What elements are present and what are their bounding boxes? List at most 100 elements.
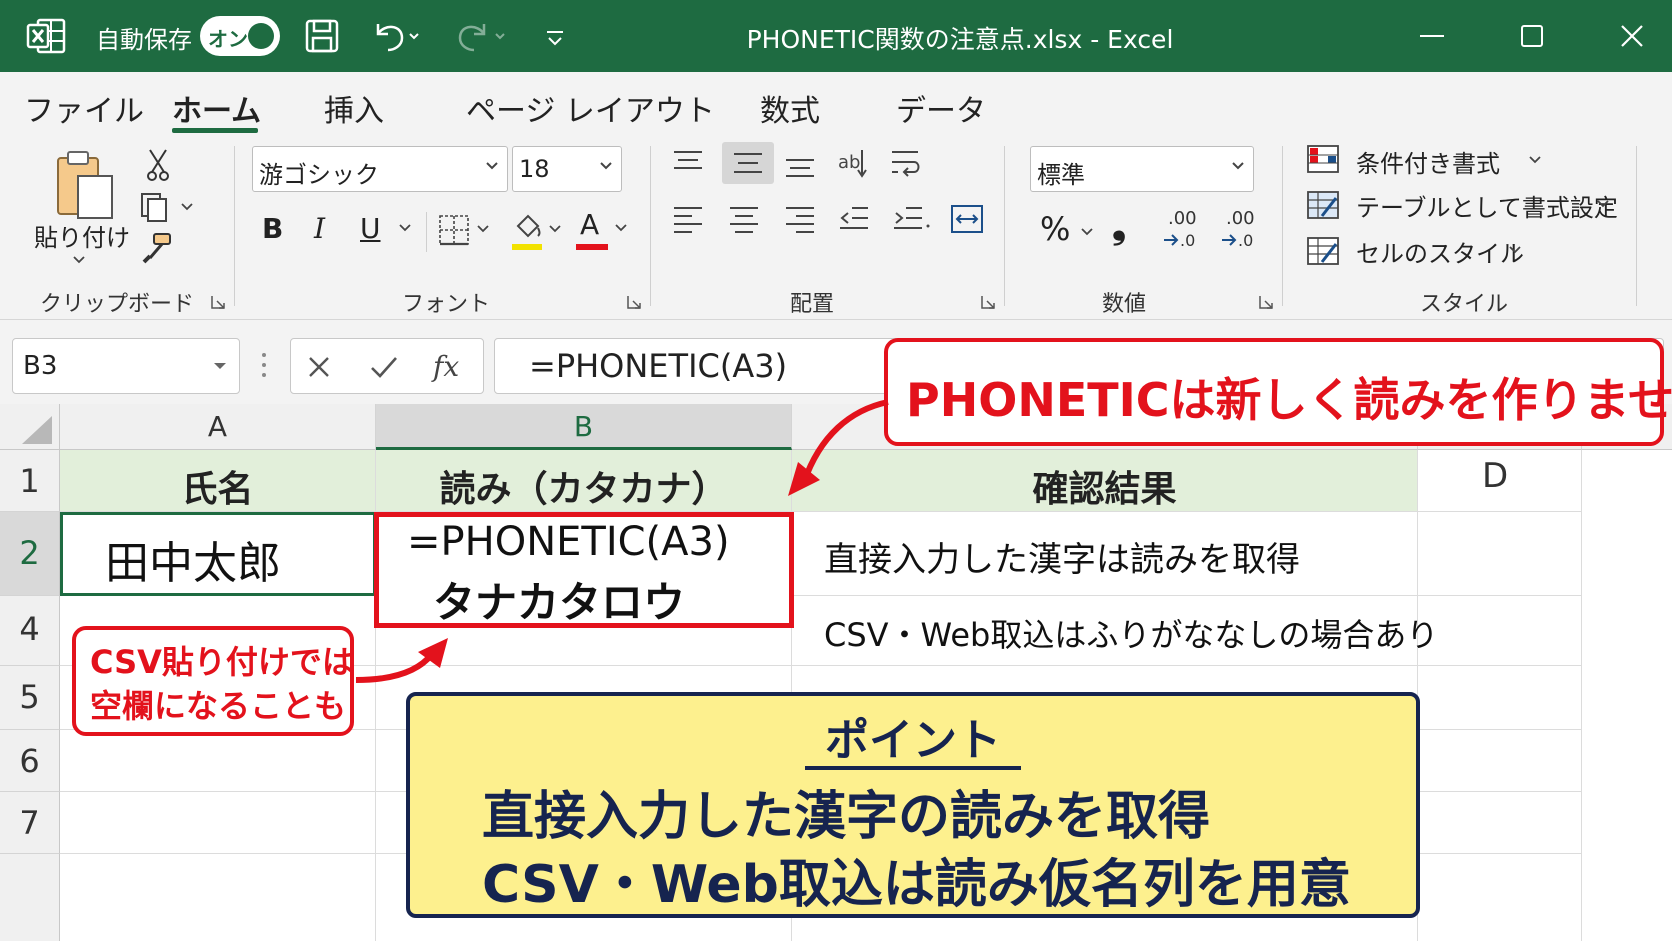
merge-center-icon[interactable]: [950, 202, 984, 236]
chevron-down-icon[interactable]: [398, 222, 412, 234]
dialog-launcher-icon[interactable]: [210, 294, 226, 310]
format-as-table-label[interactable]: テーブルとして書式設定: [1356, 188, 1618, 223]
font-size-dropdown[interactable]: 18: [512, 146, 622, 192]
dialog-launcher-icon[interactable]: [1258, 294, 1274, 310]
cell-d2[interactable]: [1418, 512, 1582, 596]
cut-icon[interactable]: [144, 148, 172, 182]
borders-icon[interactable]: [438, 214, 494, 250]
italic-button[interactable]: I: [314, 212, 325, 245]
tab-formulas[interactable]: 数式: [760, 86, 820, 130]
decrease-indent-icon[interactable]: [838, 204, 870, 234]
column-header-b[interactable]: B: [376, 404, 792, 450]
align-bottom-icon[interactable]: [784, 150, 816, 180]
column-header-a[interactable]: A: [60, 404, 376, 450]
increase-decimal-button[interactable]: .00 .0: [1160, 208, 1200, 252]
align-left-icon[interactable]: [672, 204, 704, 234]
percent-button[interactable]: %: [1040, 210, 1070, 248]
chevron-down-icon[interactable]: [1508, 244, 1522, 256]
cell-d1[interactable]: D: [1418, 450, 1582, 512]
cancel-icon[interactable]: [305, 353, 333, 381]
undo-icon[interactable]: [370, 18, 422, 54]
row-header-4[interactable]: 4: [0, 596, 60, 666]
conditional-formatting-icon[interactable]: [1306, 144, 1340, 174]
align-top-icon[interactable]: [672, 148, 704, 178]
row-header-5[interactable]: 5: [0, 666, 60, 730]
font-name-dropdown[interactable]: 游ゴシック: [252, 146, 508, 192]
enter-check-icon[interactable]: [369, 353, 399, 381]
formula-text: =PHONETIC(A3): [529, 347, 788, 385]
title-bar: 自動保存 オン PHONETIC関数の注意点.xlsx - Excel: [0, 0, 1672, 72]
name-box[interactable]: B3: [12, 338, 240, 394]
comma-style-button[interactable]: ❟: [1112, 206, 1126, 248]
dialog-launcher-icon[interactable]: [626, 294, 642, 310]
phonetic-note-callout: PHONETICは新しく読みを作りません: [884, 338, 1672, 446]
cell-c4[interactable]: CSV・Web取込はふりがななしの場合あり: [792, 596, 1438, 666]
fill-color-icon[interactable]: [510, 210, 566, 252]
ribbon: 貼り付け クリップボード 游ゴシック 18 B I U A フォント ab 配置…: [0, 136, 1672, 320]
cell-d6[interactable]: [1418, 730, 1582, 792]
row-header-1[interactable]: 1: [0, 450, 60, 512]
cell-styles-icon[interactable]: [1306, 236, 1340, 266]
tab-insert[interactable]: 挿入: [324, 86, 384, 130]
cell-d8[interactable]: [1418, 854, 1582, 941]
insert-function-icon[interactable]: fx: [431, 349, 467, 385]
chevron-down-icon[interactable]: [72, 254, 86, 266]
text-orientation-icon[interactable]: ab: [836, 146, 872, 180]
chevron-down-icon[interactable]: [213, 361, 227, 371]
chevron-down-icon[interactable]: [1080, 226, 1094, 238]
number-format-dropdown[interactable]: 標準: [1030, 146, 1254, 192]
chevron-down-icon[interactable]: [1528, 154, 1542, 166]
dialog-launcher-icon[interactable]: [980, 294, 996, 310]
cell-styles-label[interactable]: セルのスタイル: [1356, 234, 1524, 269]
wrap-text-icon[interactable]: [888, 146, 924, 180]
row-header-6[interactable]: 6: [0, 730, 60, 792]
underline-button[interactable]: U: [360, 212, 381, 245]
decrease-decimal-button[interactable]: .00 .0: [1218, 208, 1258, 252]
close-icon[interactable]: [1612, 16, 1652, 56]
paste-label[interactable]: 貼り付け: [34, 218, 130, 253]
customize-qat-icon[interactable]: [544, 18, 566, 54]
tab-data[interactable]: データ: [896, 86, 986, 130]
increase-indent-icon[interactable]: [892, 204, 932, 234]
paste-icon[interactable]: [54, 148, 118, 224]
copy-icon[interactable]: [140, 192, 198, 222]
select-all-corner[interactable]: [0, 404, 60, 450]
format-as-table-icon[interactable]: [1306, 190, 1340, 220]
cell-a6[interactable]: [60, 730, 376, 792]
cell-b2-highlight[interactable]: =PHONETIC(A3) タナカタロウ: [374, 512, 794, 628]
align-middle-icon[interactable]: [732, 148, 764, 178]
align-right-icon[interactable]: [784, 204, 816, 234]
font-color-button[interactable]: A: [580, 208, 599, 241]
redo-icon[interactable]: [454, 18, 510, 54]
chevron-down-icon[interactable]: [614, 222, 628, 234]
cell-d7[interactable]: [1418, 792, 1582, 854]
cell-a7[interactable]: [60, 792, 376, 854]
arrow-left-icon: .0: [1164, 231, 1195, 250]
format-painter-icon[interactable]: [140, 232, 174, 264]
cell-d5[interactable]: [1418, 666, 1582, 730]
csv-paste-line1: CSV貼り付けでは: [90, 643, 354, 681]
bold-button[interactable]: B: [262, 212, 283, 245]
cell-b1[interactable]: 読み（カタカナ）: [376, 450, 792, 512]
conditional-formatting-label[interactable]: 条件付き書式: [1356, 144, 1500, 179]
save-icon[interactable]: [304, 18, 340, 54]
minimize-icon[interactable]: [1412, 16, 1452, 56]
cell-c2[interactable]: 直接入力した漢字は読みを取得: [792, 512, 1418, 596]
chevron-down-icon[interactable]: [1596, 198, 1610, 210]
row-header-7[interactable]: 7: [0, 792, 60, 854]
more-options-icon[interactable]: [260, 350, 268, 380]
maximize-icon[interactable]: [1512, 16, 1552, 56]
increase-decimal-label: .00: [1168, 208, 1197, 229]
cell-b2-formula: =PHONETIC(A3): [407, 519, 730, 565]
cell-a1[interactable]: 氏名: [60, 450, 376, 512]
row-header-2[interactable]: 2: [0, 512, 60, 596]
cell-a2[interactable]: 田中太郎: [60, 512, 376, 596]
tab-file[interactable]: ファイル: [24, 86, 144, 130]
cell-d4[interactable]: [1418, 596, 1582, 666]
tab-home[interactable]: ホーム: [172, 86, 261, 130]
cell-a8[interactable]: [60, 854, 376, 941]
tab-page-layout[interactable]: ページ レイアウト: [466, 86, 715, 130]
select-all-triangle-icon: [22, 416, 52, 444]
align-center-icon[interactable]: [728, 204, 760, 234]
autosave-toggle[interactable]: オン: [200, 16, 280, 56]
